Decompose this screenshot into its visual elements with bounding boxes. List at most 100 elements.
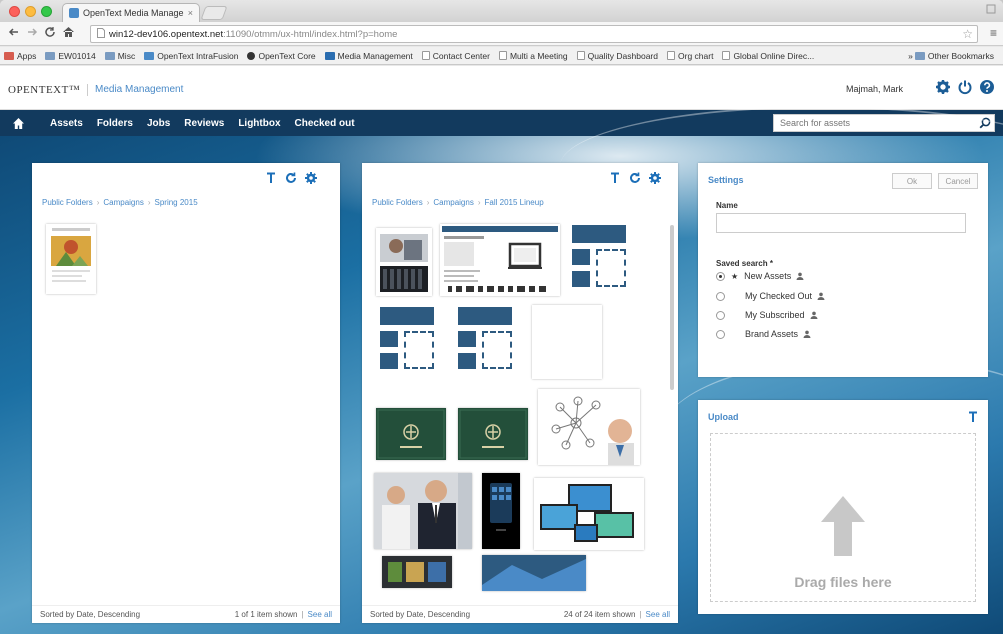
panel-tools: [608, 171, 662, 185]
folder-panel-fall: Public Folders › Campaigns › Fall 2015 Lineu…: [362, 163, 678, 623]
asset-thumbnail-businessmen[interactable]: [374, 473, 472, 549]
other-bookmarks[interactable]: Other Bookmarks: [914, 51, 994, 61]
help-icon[interactable]: [979, 79, 995, 95]
nav-assets[interactable]: Assets: [50, 118, 83, 129]
reload-icon[interactable]: [44, 26, 56, 41]
saved-search-option[interactable]: My Checked Out: [716, 291, 825, 301]
bookmark-item[interactable]: Misc: [104, 51, 135, 61]
upload-arrow-icon: [821, 496, 865, 559]
asset-thumbnail-phone[interactable]: [482, 473, 520, 549]
zoom-window-button[interactable]: [41, 6, 52, 17]
layout-block: [458, 331, 476, 347]
asset-thumbnail-layout-b[interactable]: [376, 303, 438, 375]
page-icon: [667, 51, 675, 60]
asset-thumbnail-green-card-1[interactable]: [376, 408, 446, 460]
breadcrumb-item[interactable]: Fall 2015 Lineup: [485, 198, 544, 207]
asset-thumbnail-dashboard[interactable]: [382, 556, 452, 588]
radio-button[interactable]: [716, 310, 725, 320]
bookmark-item[interactable]: OpenText Core: [247, 51, 316, 61]
gear-icon[interactable]: [648, 171, 662, 185]
nav-folders[interactable]: Folders: [97, 118, 133, 129]
bookmark-item[interactable]: Global Online Direc...: [722, 51, 814, 61]
panel-footer: Sorted by Date, Descending 24 of 24 item…: [362, 605, 678, 623]
breadcrumb-separator: ›: [477, 198, 481, 207]
radio-button[interactable]: [716, 291, 725, 301]
breadcrumb-item[interactable]: Public Folders: [42, 198, 93, 207]
bookmarks-bar: Apps EW01014 Misc OpenText IntraFusion O…: [0, 47, 1003, 65]
breadcrumb-item[interactable]: Spring 2015: [155, 198, 198, 207]
address-bar[interactable]: win12-dev106.opentext.net :11090/otmm/ux…: [90, 25, 978, 43]
bookmark-item[interactable]: Multi a Meeting: [498, 51, 568, 61]
asset-thumbnail-devices[interactable]: [534, 478, 644, 550]
asset-thumbnail-green-card-2[interactable]: [458, 408, 528, 460]
bookmark-item[interactable]: Contact Center: [421, 51, 490, 61]
home-browser-icon[interactable]: [62, 26, 75, 41]
saved-search-option[interactable]: Brand Assets: [716, 329, 811, 339]
filter-icon[interactable]: [608, 171, 622, 185]
bookmark-item[interactable]: EW01014: [45, 51, 96, 61]
user-menu[interactable]: Majmah, Mark: [846, 84, 903, 94]
nav-reviews[interactable]: Reviews: [184, 118, 224, 129]
thumbnail-scrollbar[interactable]: [670, 225, 674, 390]
apps-icon: [4, 51, 14, 60]
asset-thumbnail-banner[interactable]: [482, 555, 586, 591]
fullscreen-icon[interactable]: [985, 3, 999, 17]
ok-button[interactable]: Ok: [892, 173, 932, 189]
asset-thumbnail-layout-c[interactable]: [454, 303, 516, 375]
see-all-link[interactable]: See all: [646, 610, 670, 619]
sort-label[interactable]: Sorted by Date, Descending: [40, 610, 140, 619]
bookmark-apps[interactable]: Apps: [4, 51, 36, 61]
settings-title: Settings: [708, 175, 744, 185]
name-field[interactable]: [716, 213, 966, 233]
asset-thumbnail-network-man[interactable]: [538, 389, 640, 465]
chrome-menu-icon[interactable]: ≡: [990, 26, 997, 40]
forward-icon[interactable]: [26, 26, 38, 41]
home-icon[interactable]: [0, 110, 36, 136]
bookmark-item[interactable]: Org chart: [667, 51, 713, 61]
saved-search-option[interactable]: My Subscribed: [716, 310, 818, 320]
power-icon[interactable]: [957, 79, 973, 95]
new-tab-button[interactable]: [200, 6, 228, 20]
asset-thumbnail-datacenter[interactable]: [376, 228, 432, 296]
radio-button[interactable]: [716, 329, 725, 339]
gear-icon[interactable]: [935, 79, 951, 95]
bookmark-star-icon[interactable]: ☆: [962, 27, 973, 41]
filter-icon[interactable]: [966, 410, 980, 427]
site-icon: [247, 51, 256, 60]
asset-thumbnail-layout-a[interactable]: [568, 223, 630, 293]
app-header: OPENTEXT™ Media Management Majmah, Mark: [0, 66, 1003, 110]
nav-checked-out[interactable]: Checked out: [295, 118, 355, 129]
filter-icon[interactable]: [264, 171, 278, 185]
nav-jobs[interactable]: Jobs: [147, 118, 170, 129]
option-label: My Checked Out: [745, 291, 813, 301]
nav-lightbox[interactable]: Lightbox: [238, 118, 280, 129]
gear-icon[interactable]: [304, 171, 318, 185]
minimize-window-button[interactable]: [25, 6, 36, 17]
layout-block: [572, 271, 590, 287]
bookmark-item[interactable]: Quality Dashboard: [576, 51, 658, 61]
more-bookmarks-button[interactable]: »: [908, 51, 913, 61]
radio-button[interactable]: [716, 271, 725, 281]
file-dropzone[interactable]: Drag files here: [710, 433, 976, 602]
back-icon[interactable]: [8, 26, 20, 41]
see-all-link[interactable]: See all: [308, 610, 332, 619]
breadcrumb-item[interactable]: Public Folders: [372, 198, 423, 207]
tab-close-icon[interactable]: ×: [188, 8, 193, 18]
refresh-icon[interactable]: [628, 171, 642, 185]
breadcrumb-item[interactable]: Campaigns: [103, 198, 143, 207]
browser-tab[interactable]: OpenText Media Manage ×: [62, 3, 200, 22]
breadcrumb-item[interactable]: Campaigns: [433, 198, 473, 207]
bookmark-item[interactable]: OpenText IntraFusion: [144, 51, 238, 61]
refresh-icon[interactable]: [284, 171, 298, 185]
cancel-button[interactable]: Cancel: [938, 173, 978, 189]
sort-label[interactable]: Sorted by Date, Descending: [370, 610, 470, 619]
saved-search-option[interactable]: ★ New Assets: [716, 271, 804, 281]
asset-thumbnail-blank[interactable]: [532, 305, 602, 379]
bookmark-item[interactable]: Media Management: [324, 51, 413, 61]
layout-block: [380, 353, 398, 369]
page-icon: [421, 51, 430, 60]
option-label: Brand Assets: [745, 329, 799, 339]
close-window-button[interactable]: [9, 6, 20, 17]
asset-thumbnail-webpage[interactable]: [440, 224, 560, 296]
asset-thumbnail-poster[interactable]: [46, 224, 96, 294]
